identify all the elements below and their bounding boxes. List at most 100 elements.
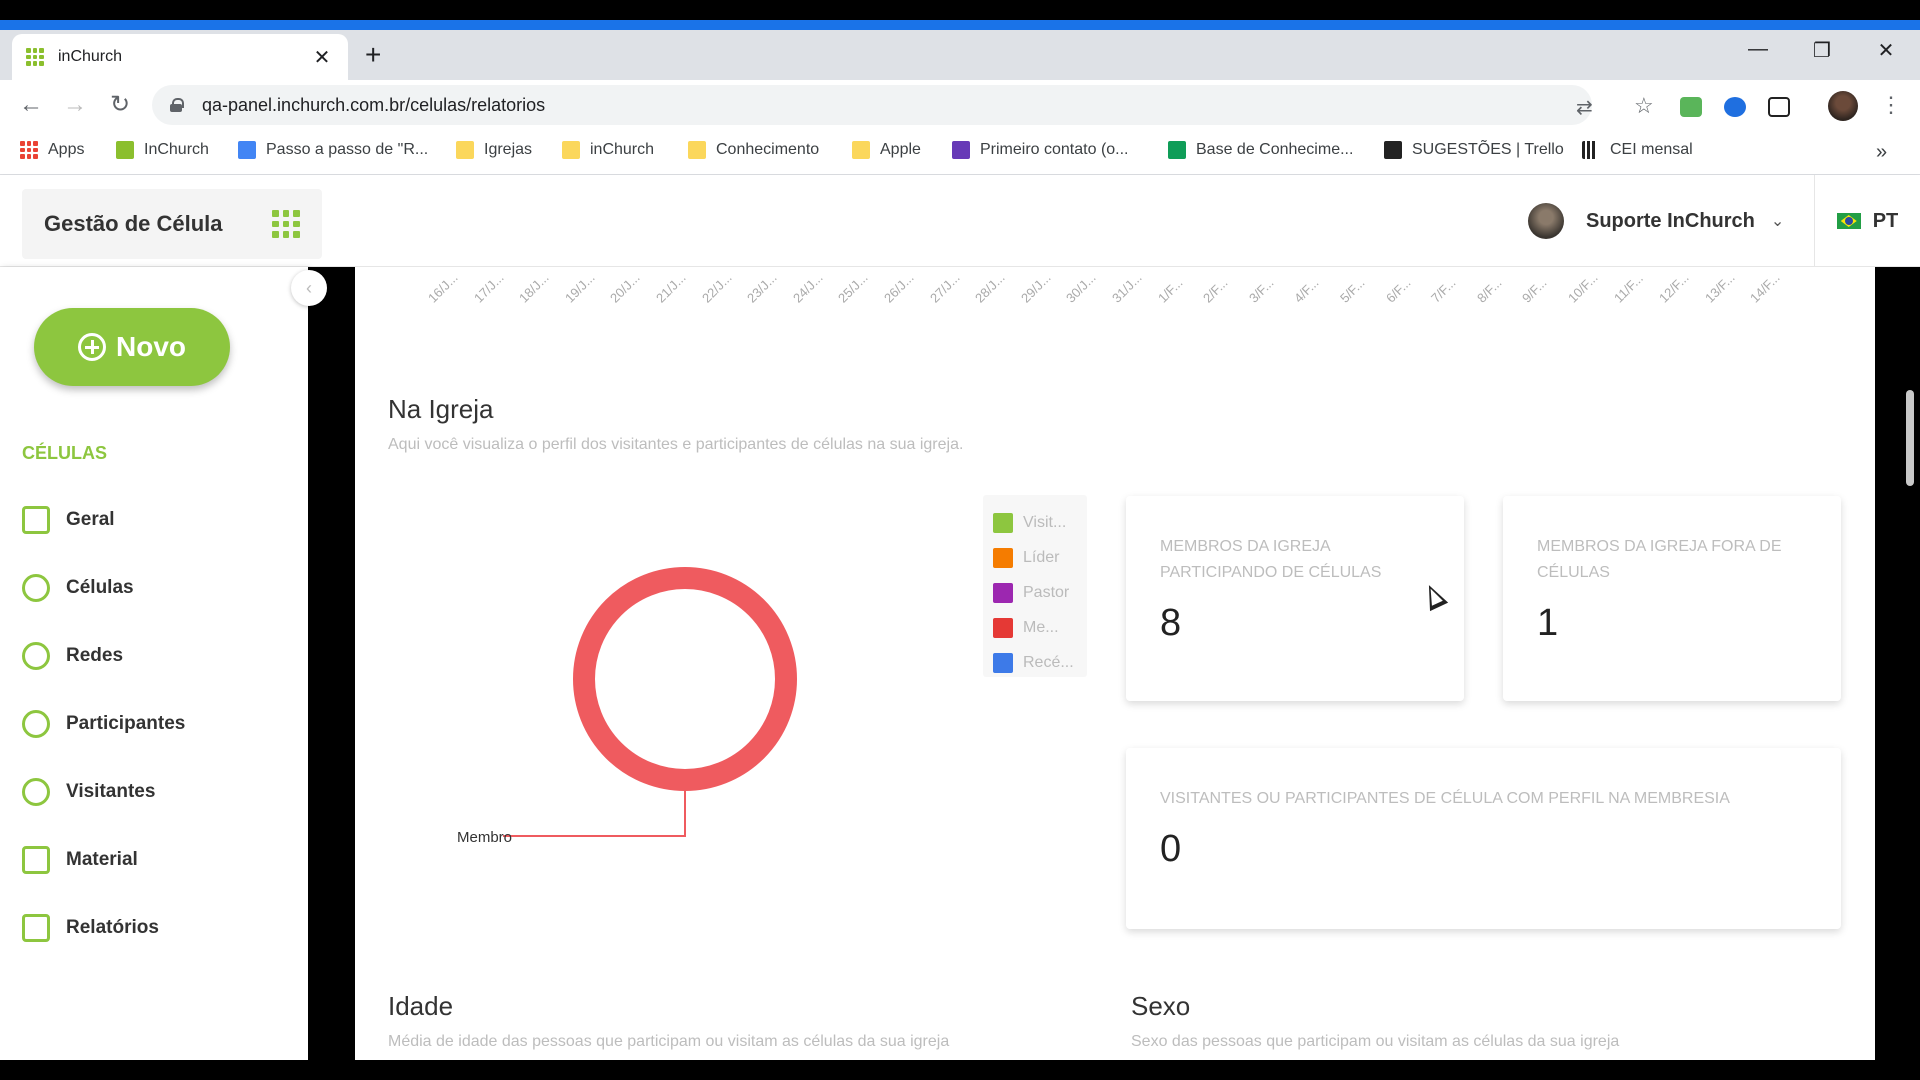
address-bar[interactable]: qa-panel.inchurch.com.br/celulas/relator… <box>152 85 1654 125</box>
chevron-down-icon: ⌄ <box>1770 213 1785 230</box>
more-bookmarks-icon[interactable]: » <box>1876 141 1887 164</box>
app-switcher[interactable]: Gestão de Célula <box>22 189 322 259</box>
folder-icon <box>852 141 870 159</box>
bookmark-apps[interactable]: Apps <box>20 141 84 159</box>
user-menu[interactable]: Suporte InChurch ⌄ <box>1528 203 1784 239</box>
profile-avatar[interactable] <box>1828 91 1858 121</box>
timeline-tick-label: 31/J... <box>1109 269 1145 306</box>
stat-card-value: 0 <box>1160 828 1182 870</box>
sidebar-item-geral[interactable]: Geral <box>22 500 115 540</box>
doc-icon <box>238 141 256 159</box>
sidebar-item-material[interactable]: Material <box>22 840 138 880</box>
donut-slice-label: Membro <box>457 829 512 846</box>
timeline-tick-label: 5/F... <box>1337 275 1368 306</box>
legend-label: Visit... <box>1023 513 1067 531</box>
translate-icon[interactable]: ⇄ <box>1576 95 1593 120</box>
book-icon <box>22 846 50 874</box>
language-label: PT <box>1872 209 1899 232</box>
stat-card-label: MEMBROS DA IGREJA PARTICIPANDO DE CÉLULA… <box>1160 538 1382 581</box>
stat-card-label: VISITANTES OU PARTICIPANTES DE CÉLULA CO… <box>1160 790 1730 807</box>
lock-icon <box>170 98 184 112</box>
bookmark-apple[interactable]: Apple <box>852 141 921 159</box>
sheets-icon <box>1168 141 1186 159</box>
bookmark-cei-mensal[interactable]: CEI mensal <box>1582 141 1693 159</box>
folder-icon <box>562 141 580 159</box>
report-icon <box>22 914 50 942</box>
timeline-tick-label: 29/J... <box>1017 269 1054 306</box>
scrollbar-thumb[interactable] <box>1906 390 1914 486</box>
sidebar-item-redes[interactable]: Redes <box>22 636 123 676</box>
forward-arrow-icon[interactable]: → <box>60 92 90 118</box>
extension-inbox-icon[interactable] <box>1680 97 1702 117</box>
timeline-axis: 16/J... 17/J... 18/J... 19/J... 20/J... 21/J.… <box>425 267 1845 306</box>
browser-tab[interactable]: inChurch ✕ <box>12 34 348 80</box>
bookmark-label: SUGESTÕES | Trello <box>1412 141 1564 158</box>
extension-lt-icon[interactable] <box>1768 97 1790 117</box>
timeline-tick-label: 20/J... <box>607 269 644 306</box>
participants-icon <box>22 710 50 738</box>
sidebar-item-participantes[interactable]: Participantes <box>22 704 185 744</box>
bookmarks-bar: Apps InChurch Passo a passo de "R... Igr… <box>0 131 1920 175</box>
timeline-tick-label: 12/F... <box>1656 269 1692 306</box>
timeline-tick-label: 21/J... <box>653 269 689 306</box>
bookmark-label: InChurch <box>144 141 209 158</box>
restore-icon[interactable]: ❐ <box>1802 38 1842 63</box>
apps-grid-icon[interactable] <box>272 210 300 238</box>
section-subtitle-sexo: Sexo das pessoas que participam ou visit… <box>1131 1033 1620 1050</box>
donut-chart: Membro <box>355 567 1055 887</box>
new-button[interactable]: Novo <box>34 308 230 386</box>
extension-blue-icon[interactable] <box>1724 97 1746 117</box>
url-text: qa-panel.inchurch.com.br/celulas/relator… <box>202 94 546 115</box>
section-subtitle-idade: Média de idade das pessoas que participa… <box>388 1033 950 1050</box>
bookmark-igrejas[interactable]: Igrejas <box>456 141 532 159</box>
timeline-tick-label: 4/F... <box>1291 275 1322 306</box>
minimize-icon[interactable]: — <box>1738 38 1778 61</box>
browser-tabstrip: inChurch ✕ + — ❐ ✕ <box>0 30 1920 80</box>
brazil-flag-icon <box>1836 213 1861 229</box>
timeline-tick-label: 27/J... <box>926 269 963 306</box>
timeline-tick-label: 30/J... <box>1063 269 1100 306</box>
star-icon[interactable]: ☆ <box>1634 93 1654 119</box>
bookmark-inchurch[interactable]: InChurch <box>116 141 209 159</box>
bookmark-base-conhecimento[interactable]: Base de Conhecime... <box>1168 141 1353 159</box>
folder-icon <box>688 141 706 159</box>
bookmark-label: inChurch <box>590 141 655 158</box>
bookmark-trello[interactable]: SUGESTÕES | Trello <box>1384 141 1564 159</box>
close-window-icon[interactable]: ✕ <box>1866 38 1906 63</box>
menu-dots-icon[interactable]: ⋮ <box>1880 92 1902 118</box>
timeline-tick-label: 6/F... <box>1382 275 1414 306</box>
reload-icon[interactable]: ↻ <box>105 92 135 118</box>
timeline-tick-label: 14/F... <box>1747 269 1784 306</box>
sidebar-item-visitantes[interactable]: Visitantes <box>22 772 155 812</box>
timeline-tick-label: 8/F... <box>1473 275 1505 306</box>
bookmark-inchurch-folder[interactable]: inChurch <box>562 141 654 159</box>
new-button-label: Novo <box>116 331 186 362</box>
browser-toolbar: ← → ↻ qa-panel.inchurch.com.br/celulas/r… <box>0 80 1920 131</box>
app-title: Gestão de Célula <box>44 211 223 236</box>
bookmark-primeiro-contato[interactable]: Primeiro contato (o... <box>952 141 1129 159</box>
bookmark-label: Primeiro contato (o... <box>980 141 1129 158</box>
dashboard-icon <box>22 506 50 534</box>
sidebar-item-celulas[interactable]: Células <box>22 568 134 608</box>
pie-slice-membro[interactable] <box>573 567 797 791</box>
back-arrow-icon[interactable]: ← <box>16 92 46 118</box>
sidebar-item-label: Visitantes <box>66 781 156 802</box>
window-accent-bar <box>0 20 1920 30</box>
section-title-sexo: Sexo <box>1131 991 1191 1021</box>
sidebar-item-label: Células <box>66 577 134 598</box>
sidebar-item-label: Participantes <box>66 713 186 734</box>
new-tab-icon[interactable]: + <box>365 41 381 69</box>
language-selector[interactable]: PT <box>1814 175 1920 267</box>
legend-item[interactable]: Visit... <box>993 505 1077 540</box>
bookmark-conhecimento[interactable]: Conhecimento <box>688 141 819 159</box>
sidebar-item-relatorios[interactable]: Relatórios <box>22 908 159 948</box>
timeline-tick-label: 9/F... <box>1519 275 1550 306</box>
sidebar-item-label: Geral <box>66 509 115 530</box>
close-tab-icon[interactable]: ✕ <box>310 45 334 70</box>
bookmark-passo-a-passo[interactable]: Passo a passo de "R... <box>238 141 428 159</box>
timeline-tick-label: 7/F... <box>1428 275 1459 306</box>
timeline-tick-label: 23/J... <box>744 269 780 306</box>
collapse-sidebar-button[interactable]: ‹ <box>291 270 327 306</box>
stat-card-members-in-cells: MEMBROS DA IGREJA PARTICIPANDO DE CÉLULA… <box>1126 496 1464 701</box>
sidebar: Novo CÉLULAS Geral Células Redes Partici… <box>0 267 308 1060</box>
